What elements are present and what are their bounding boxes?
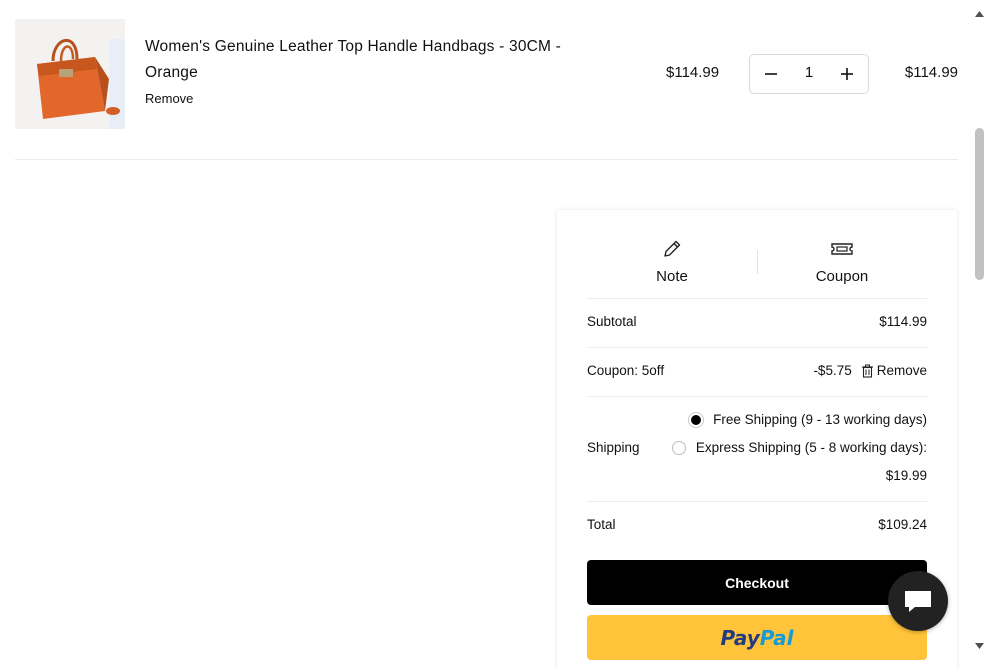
radio-selected[interactable] <box>689 412 704 427</box>
product-name[interactable]: Women's Genuine Leather Top Handle Handb… <box>145 34 615 86</box>
paypal-button[interactable]: Pay Pal <box>587 615 927 660</box>
coupon-amount: -$5.75 <box>813 363 852 378</box>
radio-unselected[interactable] <box>671 440 686 455</box>
unit-price: $114.99 <box>666 64 720 81</box>
chat-widget-button[interactable] <box>888 571 948 631</box>
divider <box>15 159 958 160</box>
coupon-label: Coupon: 5off <box>587 363 665 378</box>
coupon-discount: -$5.75 Remove <box>813 363 927 378</box>
orange-handbag-image <box>15 19 125 129</box>
plus-icon <box>841 68 853 80</box>
summary-tabs: Note Coupon <box>587 228 927 298</box>
cart-item-row: Women's Genuine Leather Top Handle Handb… <box>15 19 958 129</box>
coupon-tab[interactable]: Coupon <box>757 228 927 298</box>
checkout-button[interactable]: Checkout <box>587 560 927 605</box>
scrollbar-track[interactable] <box>972 0 987 651</box>
shipping-option-label: Express Shipping (5 - 8 working days): <box>695 440 927 455</box>
minus-icon <box>765 73 777 75</box>
ticket-icon <box>757 238 927 260</box>
scroll-down-arrow-icon[interactable] <box>975 636 984 654</box>
note-tab[interactable]: Note <box>587 228 757 298</box>
divider <box>587 298 927 299</box>
decrease-quantity-button[interactable] <box>760 63 782 85</box>
express-shipping-price: $19.99 <box>885 468 927 483</box>
divider <box>587 501 927 502</box>
scroll-up-arrow-icon[interactable] <box>975 4 984 22</box>
chat-bubble-icon <box>905 591 931 612</box>
remove-coupon-label: Remove <box>876 363 927 378</box>
shipping-option-free[interactable]: Free Shipping (9 - 13 working days) <box>689 412 927 427</box>
subtotal-label: Subtotal <box>587 314 637 329</box>
quantity-input[interactable]: 1 <box>790 64 828 81</box>
shipping-label: Shipping <box>587 440 640 455</box>
coupon-tab-label: Coupon <box>815 268 869 285</box>
paypal-logo-pay: Pay <box>720 625 760 650</box>
shipping-option-label: Free Shipping (9 - 13 working days) <box>713 412 927 427</box>
divider <box>587 396 927 397</box>
total-label: Total <box>587 517 616 532</box>
scrollbar-thumb[interactable] <box>975 128 984 280</box>
note-tab-label: Note <box>656 268 688 285</box>
shipping-option-express[interactable]: Express Shipping (5 - 8 working days): <box>671 440 927 455</box>
remove-item-link[interactable]: Remove <box>145 91 193 106</box>
remove-coupon-button[interactable]: Remove <box>861 363 927 378</box>
line-total: $114.99 <box>904 64 958 81</box>
paypal-logo-pal: Pal <box>759 625 794 650</box>
pencil-icon <box>587 238 757 260</box>
divider <box>587 347 927 348</box>
total-value: $109.24 <box>878 517 927 532</box>
subtotal-value: $114.99 <box>879 314 927 329</box>
increase-quantity-button[interactable] <box>836 63 858 85</box>
quantity-stepper: 1 <box>749 54 869 94</box>
product-thumbnail[interactable] <box>15 19 125 129</box>
trash-icon <box>861 364 873 378</box>
